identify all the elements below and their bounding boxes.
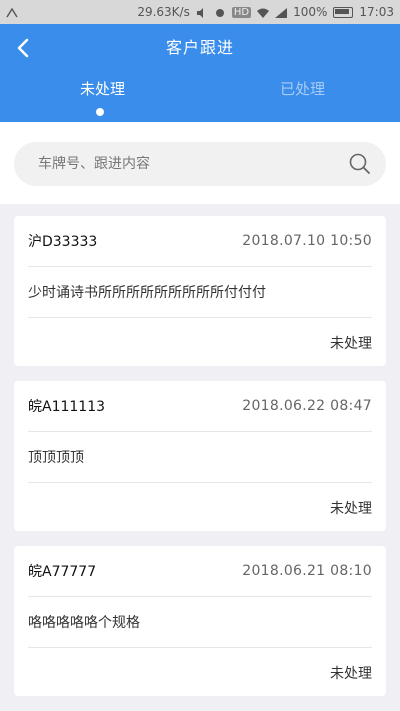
signal-icon xyxy=(275,7,288,18)
plate-number: 皖A111113 xyxy=(28,399,106,415)
notification-icon xyxy=(6,7,18,18)
search-section xyxy=(0,122,400,204)
list-item[interactable]: 皖A77777 2018.06.21 08:10 咯咯咯咯咯个规格 未处理 xyxy=(14,546,386,696)
record-content: 顶顶顶顶 xyxy=(28,432,372,483)
record-content: 咯咯咯咯咯个规格 xyxy=(28,597,372,648)
record-list: 沪D33333 2018.07.10 10:50 少时诵诗书所所所所所所所所所付… xyxy=(14,216,386,711)
page-title: 客户跟进 xyxy=(165,38,234,57)
hd-badge: HD xyxy=(231,6,252,18)
network-speed: 29.63K/s xyxy=(137,5,190,19)
record-content: 少时诵诗书所所所所所所所所所付付付 xyxy=(28,267,372,318)
list-item[interactable]: 皖A111113 2018.06.22 08:47 顶顶顶顶 未处理 xyxy=(14,381,386,531)
list-item[interactable]: 沪D33333 2018.07.10 10:50 少时诵诗书所所所所所所所所所付… xyxy=(14,216,386,366)
record-datetime: 2018.06.22 08:47 xyxy=(242,398,372,414)
search-bar xyxy=(14,142,386,186)
record-datetime: 2018.07.10 10:50 xyxy=(242,233,372,249)
record-status: 未处理 xyxy=(330,336,372,352)
record-status: 未处理 xyxy=(330,501,372,517)
search-input[interactable] xyxy=(36,155,348,173)
record-status: 未处理 xyxy=(330,666,372,682)
record-datetime: 2018.06.21 08:10 xyxy=(242,563,372,579)
plate-number: 沪D33333 xyxy=(28,234,98,250)
active-tab-indicator xyxy=(96,108,104,116)
header: 客户跟进 未处理 已处理 xyxy=(0,24,400,122)
status-bar: 29.63K/s HD 100% 17:03 xyxy=(0,0,400,24)
wifi-icon xyxy=(257,7,270,18)
search-icon[interactable] xyxy=(348,152,372,176)
tab-processed[interactable]: 已处理 xyxy=(280,78,325,99)
clock: 17:03 xyxy=(359,5,394,19)
battery-percent: 100% xyxy=(293,5,328,19)
plate-number: 皖A77777 xyxy=(28,564,97,580)
mute-icon xyxy=(196,7,208,18)
alarm-icon xyxy=(214,7,226,17)
tab-unprocessed[interactable]: 未处理 xyxy=(80,78,125,99)
battery-icon xyxy=(333,6,354,18)
